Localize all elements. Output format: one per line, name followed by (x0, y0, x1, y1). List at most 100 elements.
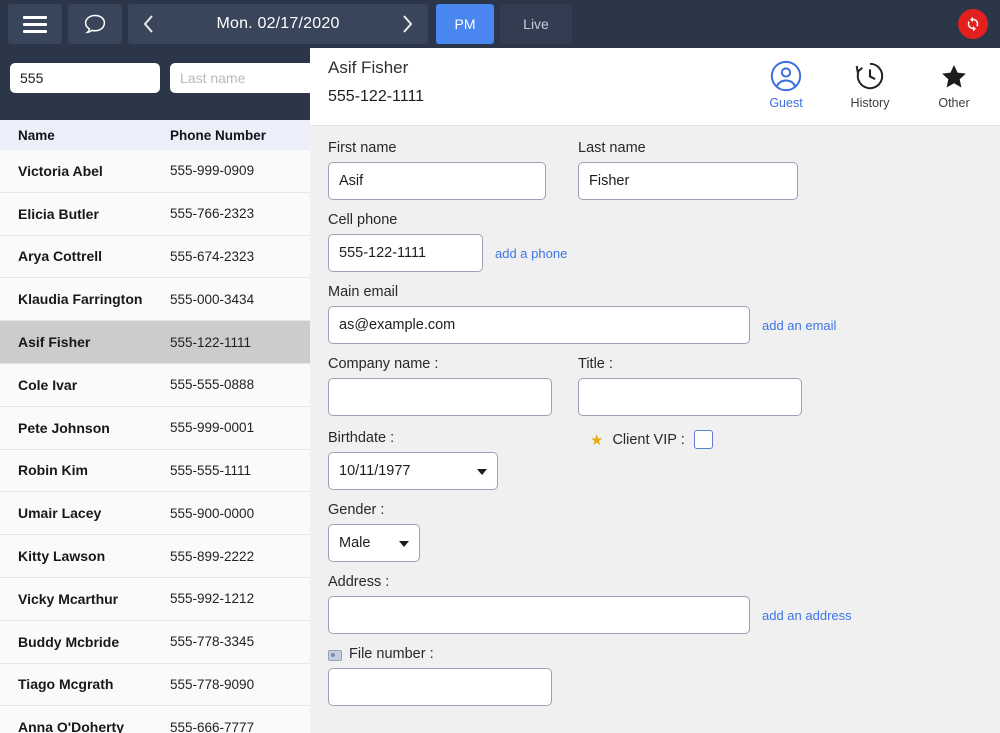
contact-row[interactable]: Robin Kim 555-555-1111 (0, 450, 310, 493)
contact-row-name: Klaudia Farrington (18, 291, 143, 308)
next-day-button[interactable] (386, 4, 428, 44)
file-number-input[interactable] (328, 668, 552, 706)
contact-row[interactable]: Cole Ivar 555-555-0888 (0, 364, 310, 407)
contact-row-phone: 555-778-3345 (170, 634, 255, 650)
last-name-label: Last name (578, 140, 646, 156)
contact-row-phone: 555-766-2323 (170, 206, 255, 222)
contact-row-phone: 555-122-1111 (170, 334, 252, 350)
address-row: add an address (328, 596, 1000, 634)
app-root: Mon. 02/17/2020 PM Live Name Phone Numbe… (0, 0, 1000, 733)
address-input[interactable] (328, 596, 750, 634)
hamburger-menu-button[interactable] (8, 4, 62, 44)
tab-other[interactable]: Other (922, 59, 986, 110)
contact-row[interactable]: Elicia Butler 555-766-2323 (0, 193, 310, 236)
last-name-search-input[interactable] (170, 63, 320, 93)
tab-guest-label: Guest (769, 96, 803, 110)
company-name-input[interactable] (328, 378, 552, 416)
add-an-email-link[interactable]: add an email (762, 318, 836, 333)
contact-row-name: Tiago Mcgrath (18, 676, 114, 693)
cell-phone-input[interactable] (328, 234, 483, 272)
id-card-icon (328, 649, 342, 661)
tab-guest[interactable]: Guest (754, 59, 818, 110)
account-circle-icon (770, 60, 802, 92)
contact-row-name: Robin Kim (18, 462, 88, 479)
search-input[interactable] (10, 63, 160, 93)
client-vip-label: Client VIP : (612, 431, 685, 448)
first-name-label: First name (328, 140, 397, 156)
contact-row-phone: 555-992-1212 (170, 591, 255, 607)
contact-row[interactable]: Victoria Abel 555-999-0909 (0, 150, 310, 193)
contact-row[interactable]: Tiago Mcgrath 555-778-9090 (0, 664, 310, 707)
contact-row[interactable]: Pete Johnson 555-999-0001 (0, 407, 310, 450)
contacts-list[interactable]: Victoria Abel 555-999-0909 Elicia Butler 55… (0, 150, 310, 733)
contact-row[interactable]: Klaudia Farrington 555-000-3434 (0, 278, 310, 322)
contact-row-name: Kitty Lawson (18, 548, 106, 565)
vip-star-icon: ★ (590, 431, 604, 449)
sync-refresh-icon (967, 16, 979, 32)
contact-row[interactable]: Kitty Lawson 555-899-2222 (0, 535, 310, 578)
contact-row-name: Anna O'Doherty (18, 719, 125, 733)
tab-history-label: History (850, 96, 890, 110)
contact-row[interactable]: Umair Lacey 555-900-0000 (0, 492, 310, 536)
contact-row-name: Buddy Mcbride (18, 633, 120, 650)
gender-select-wrap (328, 524, 420, 562)
contact-row-phone: 555-999-0001 (170, 420, 255, 436)
contact-row-name: Umair Lacey (18, 505, 102, 522)
first-name-group: First name (328, 140, 578, 200)
top-bar: Mon. 02/17/2020 PM Live (0, 0, 1000, 48)
client-vip-checkbox[interactable] (693, 430, 713, 449)
first-name-input[interactable] (328, 162, 546, 200)
company-group: Company name : (328, 356, 578, 416)
gender-label: Gender : (328, 502, 385, 518)
tab-other-label: Other (938, 96, 970, 110)
contact-row[interactable]: Arya Cottrell 555-674-2323 (0, 236, 310, 279)
column-header-name: Name (18, 127, 55, 143)
name-row: First name Last name (328, 140, 1000, 200)
contact-row-phone: 555-555-1111 (170, 462, 252, 478)
contact-detail-panel: Asif Fisher 555-122-1111 Guest History O… (310, 48, 1000, 733)
client-vip-group: ★ Client VIP : (590, 430, 713, 449)
birthdate-select-wrap (328, 452, 498, 490)
contact-row[interactable]: Buddy Mcbride 555-778-3345 (0, 621, 310, 664)
live-toggle-button[interactable]: Live (500, 4, 572, 44)
contact-row-name: Cole Ivar (18, 376, 78, 393)
title-input[interactable] (578, 378, 802, 416)
birthdate-input[interactable] (328, 452, 498, 490)
guest-form: First name Last name Cell phone add a ph… (310, 126, 1000, 706)
contact-row[interactable]: Asif Fisher 555-122-1111 (0, 321, 310, 364)
contact-row[interactable]: Anna O'Doherty 555-666-7777 (0, 706, 310, 733)
pm-toggle-button[interactable]: PM (436, 4, 494, 44)
company-name-label: Company name : (328, 356, 439, 372)
main-email-input[interactable] (328, 306, 750, 344)
column-header-phone: Phone Number (170, 127, 267, 143)
current-date-label[interactable]: Mon. 02/17/2020 (170, 15, 386, 33)
file-number-label-row: File number : (328, 646, 1000, 662)
title-label: Title : (578, 356, 613, 372)
cell-phone-label: Cell phone (328, 212, 398, 228)
prev-day-button[interactable] (128, 4, 170, 44)
birthdate-vip-row: Birthdate : ★ Client VIP : (328, 430, 1000, 490)
contact-row-name: Victoria Abel (18, 162, 103, 179)
cell-phone-row: add a phone (328, 234, 1000, 272)
chevron-left-icon (143, 15, 153, 33)
chevron-right-icon (403, 15, 413, 33)
contact-row-phone: 555-666-7777 (170, 719, 255, 733)
chat-button[interactable] (68, 4, 122, 44)
main-email-row: add an email (328, 306, 1000, 344)
search-row (0, 48, 320, 107)
contacts-sidebar: Name Phone Number Victoria Abel 555-999-0… (0, 48, 320, 733)
contact-row-name: Vicky Mcarthur (18, 590, 119, 607)
title-group: Title : (578, 356, 828, 416)
last-name-input[interactable] (578, 162, 798, 200)
contact-row[interactable]: Vicky Mcarthur 555-992-1212 (0, 578, 310, 621)
last-name-group: Last name (578, 140, 828, 200)
contacts-list-header: Name Phone Number (0, 120, 310, 150)
add-an-address-link[interactable]: add an address (762, 608, 852, 623)
contact-row-phone: 555-674-2323 (170, 248, 255, 264)
gender-select[interactable] (328, 524, 420, 562)
detail-tabs: Guest History Other (754, 59, 986, 110)
tab-history[interactable]: History (838, 59, 902, 110)
main-email-label: Main email (328, 284, 399, 300)
sync-button[interactable] (958, 9, 988, 39)
add-a-phone-link[interactable]: add a phone (495, 246, 567, 261)
